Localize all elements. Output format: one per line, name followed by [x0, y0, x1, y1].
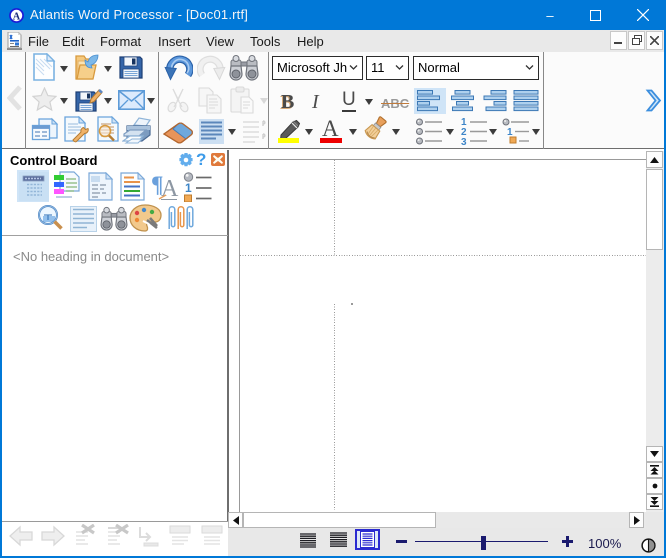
- svg-text:1: 1: [507, 127, 513, 138]
- svg-text:1: 1: [185, 181, 192, 195]
- svg-text:A: A: [13, 11, 21, 22]
- svg-text:3: 3: [461, 137, 467, 146]
